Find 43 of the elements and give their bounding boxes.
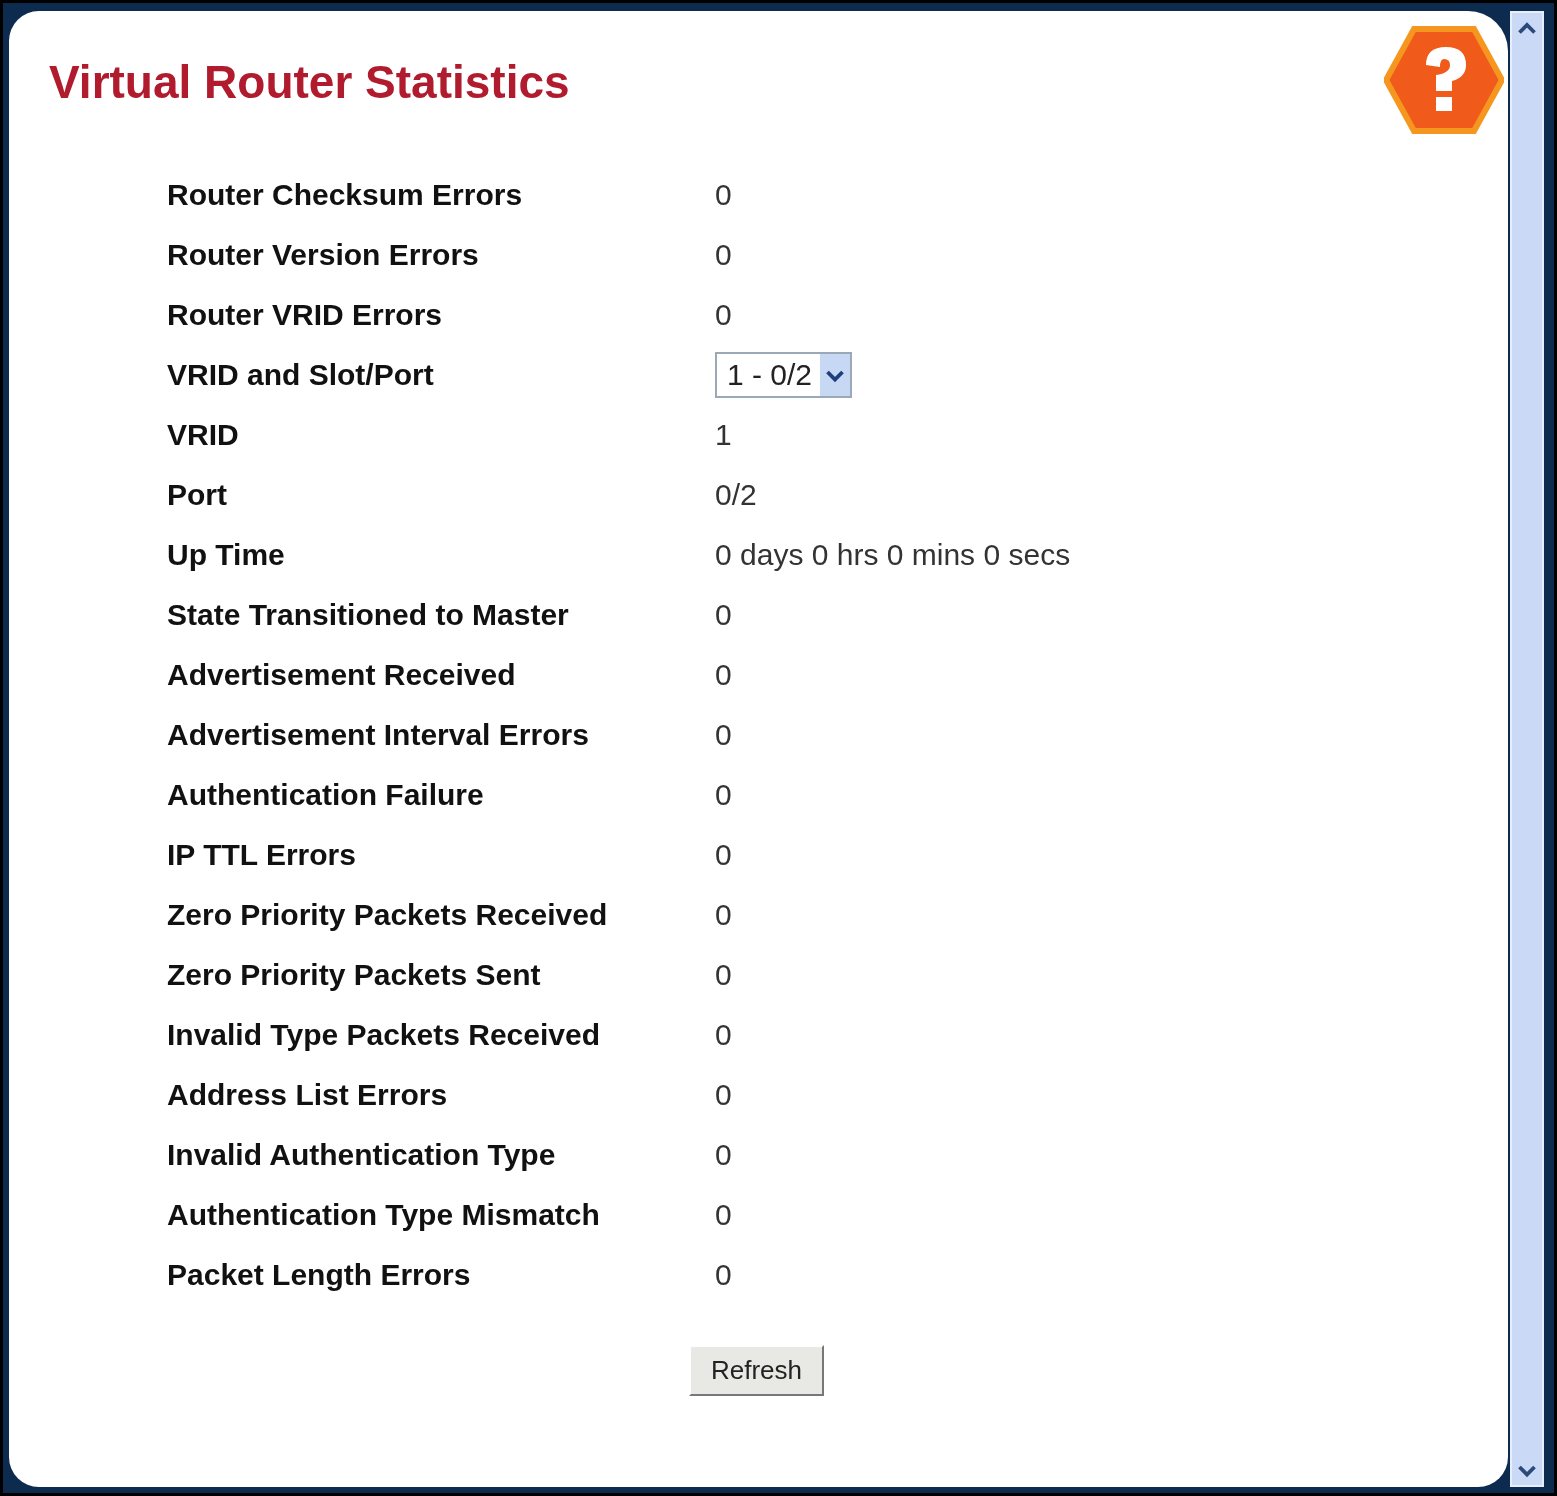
stat-label: Address List Errors: [167, 1078, 449, 1112]
stat-label: Router Checksum Errors: [167, 178, 524, 212]
stat-value: 1: [715, 418, 732, 452]
stat-label: Zero Priority Packets Sent: [167, 958, 542, 992]
stat-label: Invalid Authentication Type: [167, 1138, 557, 1172]
stat-value: 0: [715, 1078, 732, 1112]
stat-value: 0: [715, 1258, 732, 1292]
stat-label: Invalid Type Packets Received: [167, 1018, 601, 1052]
stat-value: 0: [715, 838, 732, 872]
stat-value: 0: [715, 1198, 732, 1232]
stat-value: 0: [715, 238, 732, 272]
refresh-button[interactable]: Refresh: [689, 1345, 825, 1396]
stat-label: VRID: [167, 418, 240, 452]
stat-label: Router VRID Errors: [167, 298, 444, 332]
vrid-port-dropdown[interactable]: 1 - 0/2: [715, 352, 853, 398]
stat-value: 0: [715, 898, 732, 932]
stat-value: 0 days 0 hrs 0 mins 0 secs: [715, 538, 1071, 572]
stat-label: Zero Priority Packets Received: [167, 898, 609, 932]
stat-value: 0: [715, 1138, 732, 1172]
help-icon[interactable]: [1384, 25, 1504, 135]
caret-icon: [820, 354, 851, 396]
stat-label: Authentication Failure: [167, 778, 485, 812]
stat-value: 0: [715, 718, 732, 752]
stat-label: Packet Length Errors: [167, 1258, 472, 1292]
stat-value: 0/2: [715, 478, 757, 512]
stat-value: 0: [715, 1018, 732, 1052]
stat-value: 0: [715, 778, 732, 812]
stat-value: 0: [715, 958, 732, 992]
stat-label: Up Time: [167, 538, 286, 572]
stat-label: Authentication Type Mismatch: [167, 1198, 601, 1232]
stat-value: 0: [715, 178, 732, 212]
stat-label: Advertisement Received: [167, 658, 517, 692]
stat-label: VRID and Slot/Port: [167, 358, 435, 392]
stat-label: Port: [167, 478, 228, 512]
stat-label: Advertisement Interval Errors: [167, 718, 590, 752]
page-title: Virtual Router Statistics: [49, 55, 570, 109]
stat-label: State Transitioned to Master: [167, 598, 570, 632]
scrollbar[interactable]: [1510, 11, 1544, 1487]
stat-label: IP TTL Errors: [167, 838, 357, 872]
stat-label: Router Version Errors: [167, 238, 480, 272]
stat-value: 0: [715, 298, 732, 332]
stat-value: 0: [715, 598, 732, 632]
stat-value: 0: [715, 658, 732, 692]
